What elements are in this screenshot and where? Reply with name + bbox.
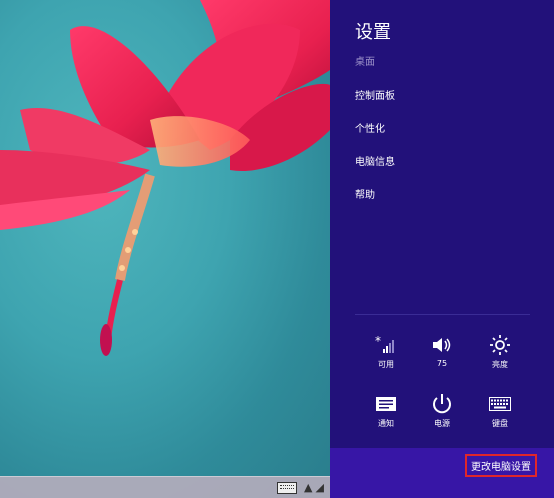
notifications-icon	[362, 392, 410, 416]
keyboard-icon	[476, 392, 524, 416]
menu-item-control-panel[interactable]: 控制面板	[355, 87, 395, 102]
taskbar: ▲ ◢	[0, 476, 330, 498]
notifications-tile[interactable]: 通知	[362, 392, 410, 429]
keyboard-label: 键盘	[492, 419, 508, 428]
change-pc-settings-link[interactable]: 更改电脑设置	[465, 454, 537, 477]
flower-image	[0, 0, 330, 356]
keyboard-tile[interactable]: 键盘	[476, 392, 524, 429]
brightness-tile[interactable]: 亮度	[476, 333, 524, 370]
volume-icon	[418, 333, 466, 357]
network-icon: *	[362, 333, 410, 357]
system-tray: ▲ ◢	[304, 481, 327, 494]
flag-icon[interactable]: ▲	[304, 481, 312, 494]
touch-keyboard-icon[interactable]	[277, 482, 297, 494]
desktop-wallpaper: ▲ ◢	[0, 0, 330, 498]
bottom-bar: 更改电脑设置	[330, 448, 554, 498]
power-tile[interactable]: 电源	[418, 392, 466, 429]
settings-charm-panel: 设置 桌面 控制面板 个性化 电脑信息 帮助 * 可用 75 亮度 通知 电源 …	[330, 0, 554, 498]
network-tray-icon[interactable]: ◢	[315, 481, 323, 494]
brightness-icon	[476, 333, 524, 357]
panel-title: 设置	[355, 22, 391, 43]
volume-label: 75	[436, 359, 448, 368]
divider	[355, 314, 530, 315]
power-label: 电源	[434, 419, 450, 428]
svg-text:*: *	[375, 336, 381, 348]
menu-item-help[interactable]: 帮助	[355, 186, 375, 201]
network-tile[interactable]: * 可用	[362, 333, 410, 370]
network-label: 可用	[378, 360, 394, 369]
notifications-label: 通知	[378, 419, 394, 428]
context-label: 桌面	[355, 57, 375, 68]
menu-item-personalization[interactable]: 个性化	[355, 120, 385, 135]
power-icon	[418, 392, 466, 416]
brightness-label: 亮度	[492, 360, 508, 369]
menu-item-pc-info[interactable]: 电脑信息	[355, 153, 395, 168]
volume-tile[interactable]: 75	[418, 333, 466, 368]
